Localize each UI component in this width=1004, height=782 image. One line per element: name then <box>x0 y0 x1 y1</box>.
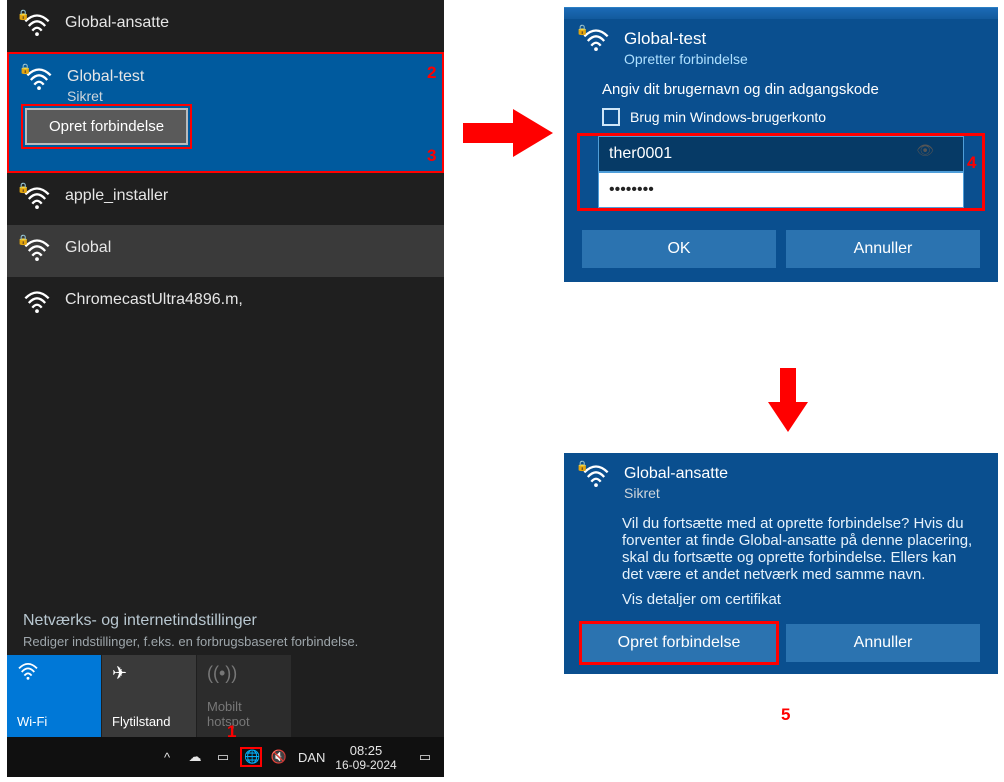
action-center-icon[interactable]: ▭ <box>416 749 434 765</box>
dialog-titlebar <box>564 7 998 19</box>
annotation-4: 4 <box>967 153 976 173</box>
reveal-password-icon[interactable]: 👁 <box>916 142 934 159</box>
wifi-name: Global <box>65 239 428 257</box>
tile-label: Wi-Fi <box>17 714 91 729</box>
cancel-button[interactable]: Annuller <box>786 230 980 268</box>
tray-chevron-icon[interactable]: ^ <box>158 750 176 765</box>
tile-label: Flytilstand <box>112 714 186 729</box>
settings-title: Netværks- og internetindstillinger <box>23 612 428 630</box>
wifi-network-list: 🔒 Global-ansatte 🔒 Global-test Sikret Op… <box>7 0 444 602</box>
username-input[interactable] <box>598 136 964 172</box>
wifi-icon <box>17 663 91 685</box>
connect-button[interactable]: Opret forbindelse <box>25 108 188 145</box>
annotation-5: 5 <box>781 705 790 725</box>
password-input[interactable] <box>598 172 964 208</box>
tile-label: Mobilt hotspot <box>207 699 281 729</box>
confirm-cancel-button[interactable]: Annuller <box>786 624 980 662</box>
wifi-secure-icon: 🔒 <box>582 29 610 53</box>
wifi-secure-icon: 🔒 <box>25 68 53 92</box>
wifi-network-item[interactable]: 🔒 apple_installer <box>7 173 444 225</box>
dialog-status: Opretter forbindelse <box>624 51 980 67</box>
taskbar-clock[interactable]: 08:25 16-09-2024 <box>326 743 406 772</box>
airplane-icon: ✈ <box>112 663 186 685</box>
confirm-subtitle: Sikret <box>624 485 980 501</box>
use-windows-account-checkbox[interactable] <box>602 108 620 126</box>
wifi-network-item[interactable]: 🔒 Global-ansatte <box>7 0 444 52</box>
volume-muted-icon[interactable]: 🔇 <box>270 749 288 765</box>
annotation-1: 1 <box>227 722 236 742</box>
clock-time: 08:25 <box>326 743 406 758</box>
annotation-arrow-right <box>463 109 553 157</box>
wifi-secure-icon: 🔒 <box>23 14 51 38</box>
certificate-confirm-panel: 🔒 Global-ansatte Sikret Vil du fortsætte… <box>564 453 998 674</box>
credentials-dialog: 🔒 Global-test Opretter forbindelse Angiv… <box>564 7 998 282</box>
wifi-flyout: 🔒 Global-ansatte 🔒 Global-test Sikret Op… <box>7 0 444 777</box>
onedrive-icon[interactable]: ☁ <box>186 749 204 765</box>
network-settings-link[interactable]: Netværks- og internetindstillinger Redig… <box>7 602 444 655</box>
wifi-secure-icon: 🔒 <box>23 239 51 263</box>
wifi-open-icon <box>23 291 51 315</box>
wifi-secure-icon: 🔒 <box>582 465 610 489</box>
wifi-network-item[interactable]: 🔒 Global <box>7 225 444 277</box>
battery-icon[interactable]: ▭ <box>214 749 232 765</box>
wifi-secure-icon: 🔒 <box>23 187 51 211</box>
wifi-name: apple_installer <box>65 187 428 205</box>
confirm-connect-button[interactable]: Opret forbindelse <box>582 624 776 662</box>
airplane-tile[interactable]: ✈ Flytilstand <box>102 655 197 737</box>
language-indicator[interactable]: DAN <box>298 750 316 765</box>
hotspot-tile[interactable]: ((•)) Mobilt hotspot <box>197 655 292 737</box>
confirm-message: Vil du fortsætte med at oprette forbinde… <box>564 509 998 591</box>
network-globe-icon[interactable]: 🌐 <box>242 749 260 765</box>
quick-action-tiles: Wi-Fi ✈ Flytilstand ((•)) Mobilt hotspot <box>7 655 444 737</box>
show-cert-details-link[interactable]: Vis detaljer om certifikat <box>564 591 998 620</box>
hotspot-icon: ((•)) <box>207 663 281 685</box>
ok-button[interactable]: OK <box>582 230 776 268</box>
wifi-name: Global-test <box>67 68 426 86</box>
annotation-2: 2 <box>427 63 436 83</box>
wifi-tile[interactable]: Wi-Fi <box>7 655 102 737</box>
wifi-network-item-selected[interactable]: 🔒 Global-test Sikret Opret forbindelse <box>9 54 442 171</box>
wifi-name: ChromecastUltra4896.m, <box>65 291 428 309</box>
credentials-instruction: Angiv dit brugernavn og din adgangskode <box>564 73 998 108</box>
wifi-name: Global-ansatte <box>65 14 428 32</box>
wifi-network-item[interactable]: ChromecastUltra4896.m, <box>7 277 444 329</box>
dialog-network-name: Global-test <box>624 29 980 49</box>
annotation-3: 3 <box>427 146 436 166</box>
taskbar: ^ ☁ ▭ 🌐 🔇 DAN 08:25 16-09-2024 ▭ <box>7 737 444 777</box>
wifi-status: Sikret <box>67 88 426 104</box>
confirm-network-name: Global-ansatte <box>624 465 980 483</box>
settings-subtitle: Rediger indstillinger, f.eks. en forbrug… <box>23 634 428 649</box>
clock-date: 16-09-2024 <box>326 758 406 772</box>
checkbox-label: Brug min Windows-brugerkonto <box>630 109 826 125</box>
annotation-arrow-down <box>768 368 808 432</box>
